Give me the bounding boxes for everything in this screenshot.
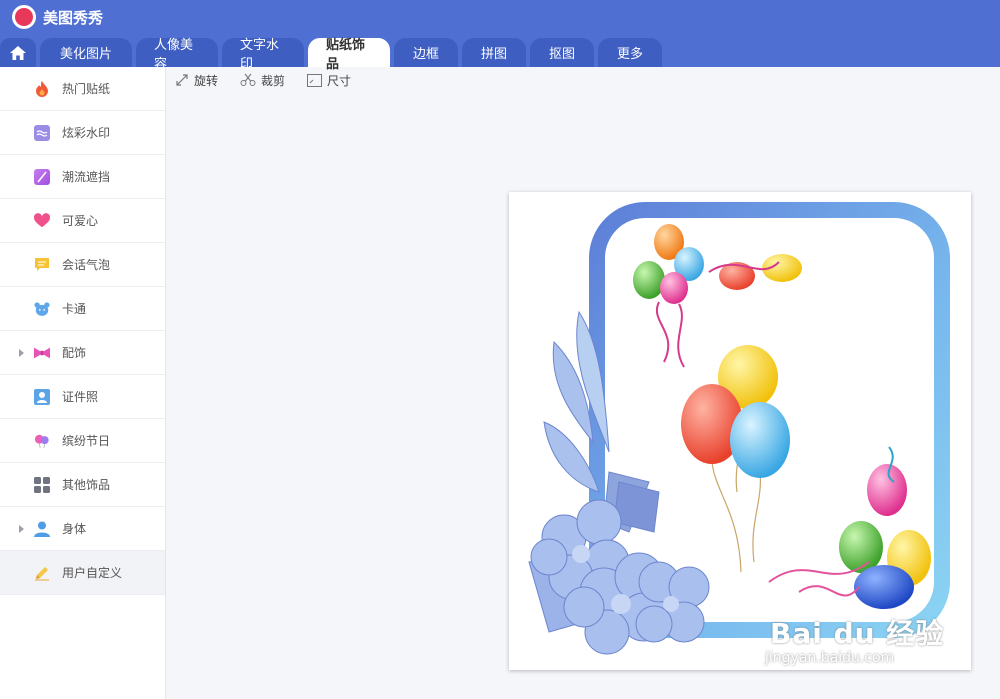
tab-stickers[interactable]: 贴纸饰品 <box>308 38 390 72</box>
app-header: 美图秀秀 美化图片 人像美容 文字水印 贴纸饰品 边框 拼图 抠图 更多 <box>0 0 1000 72</box>
sidebar-item-label: 炫彩水印 <box>62 126 111 140</box>
tab-label: 人像美容 <box>154 37 194 72</box>
tab-label: 贴纸饰品 <box>326 37 366 72</box>
tab-label: 文字水印 <box>240 37 280 72</box>
tab-label: 拼图 <box>480 47 507 62</box>
rotate-icon <box>176 74 188 86</box>
app-logo: 美图秀秀 <box>12 4 103 30</box>
sidebar-item-label: 可爱心 <box>62 214 99 228</box>
logo-icon <box>12 5 36 29</box>
sidebar-item-hot[interactable]: 热门贴纸 <box>0 67 165 111</box>
edit-toolbar: 旋转 裁剪 尺寸 <box>175 70 373 90</box>
sidebar-item-label: 缤纷节日 <box>62 434 111 448</box>
speech-bubble-icon <box>34 257 50 273</box>
sidebar-item-label: 会话气泡 <box>62 258 111 272</box>
tab-label: 抠图 <box>548 47 575 62</box>
sidebar-item-cute-heart[interactable]: 可爱心 <box>0 199 165 243</box>
size-label: 尺寸 <box>327 73 352 88</box>
sidebar-item-label: 其他饰品 <box>62 478 111 492</box>
balloon-frame-image <box>528 202 950 655</box>
sidebar-item-body[interactable]: 身体 <box>0 507 165 551</box>
bear-icon <box>34 301 50 317</box>
sidebar-item-other-accessories[interactable]: 其他饰品 <box>0 463 165 507</box>
sidebar-item-label: 证件照 <box>62 390 99 404</box>
sidebar-item-label: 热门贴纸 <box>62 82 111 96</box>
tab-label: 边框 <box>412 47 439 62</box>
home-icon <box>10 45 26 60</box>
grid-icon <box>34 476 50 493</box>
resize-icon <box>307 73 323 87</box>
tab-cutout[interactable]: 抠图 <box>530 38 594 67</box>
heart-icon <box>34 212 50 229</box>
sidebar-item-cartoon[interactable]: 卡通 <box>0 287 165 331</box>
main-tabs: 美化图片 人像美容 文字水印 贴纸饰品 边框 拼图 抠图 更多 <box>0 38 662 72</box>
tab-frames[interactable]: 边框 <box>394 38 458 67</box>
balloon-icon <box>34 433 50 449</box>
person-icon <box>34 521 50 537</box>
tab-text-watermark[interactable]: 文字水印 <box>222 38 304 72</box>
watermark-url: jingyan.baidu.com <box>765 650 895 666</box>
canvas-image[interactable] <box>509 192 971 670</box>
expand-caret-icon[interactable] <box>19 525 24 533</box>
watermark-main: Bai du 经验 <box>770 617 945 650</box>
tab-beautify[interactable]: 美化图片 <box>40 38 132 67</box>
sidebar-item-accessories[interactable]: 配饰 <box>0 331 165 375</box>
mask-icon <box>34 168 50 185</box>
pencil-icon <box>34 565 50 581</box>
size-button[interactable]: 尺寸 <box>307 72 351 89</box>
tab-portrait[interactable]: 人像美容 <box>136 38 218 72</box>
sidebar-item-id-photo[interactable]: 证件照 <box>0 375 165 419</box>
tab-collage[interactable]: 拼图 <box>462 38 526 67</box>
baidu-watermark: Bai du 经验 jingyan.baidu.com <box>765 612 945 666</box>
id-photo-icon <box>34 388 50 405</box>
expand-caret-icon[interactable] <box>19 349 24 357</box>
sidebar-item-label: 身体 <box>62 522 87 536</box>
sidebar-item-label: 用户自定义 <box>62 566 123 580</box>
app-title: 美图秀秀 <box>43 8 104 27</box>
rotate-label: 旋转 <box>194 73 219 88</box>
sidebar-item-user-defined[interactable]: 用户自定义 <box>0 551 165 595</box>
sidebar-item-trendy-mask[interactable]: 潮流遮挡 <box>0 155 165 199</box>
crop-label: 裁剪 <box>261 73 286 88</box>
rotate-button[interactable]: 旋转 <box>175 72 218 89</box>
crop-button[interactable]: 裁剪 <box>240 72 285 89</box>
watermark-icon <box>34 124 50 141</box>
sidebar-item-label: 卡通 <box>62 302 87 316</box>
sidebar-item-festival[interactable]: 缤纷节日 <box>0 419 165 463</box>
tab-label: 更多 <box>616 47 643 62</box>
sticker-sidebar: 热门贴纸 炫彩水印 潮流遮挡 可爱心 会话气泡 卡通 配饰 证件照 缤纷节日 其… <box>0 67 166 699</box>
sidebar-item-label: 潮流遮挡 <box>62 170 111 184</box>
flame-icon <box>34 80 50 97</box>
scissors-icon <box>240 73 256 86</box>
bow-icon <box>34 345 50 361</box>
sidebar-item-speech-bubble[interactable]: 会话气泡 <box>0 243 165 287</box>
sidebar-item-label: 配饰 <box>62 346 87 360</box>
sidebar-item-colorful-watermark[interactable]: 炫彩水印 <box>0 111 165 155</box>
tab-more[interactable]: 更多 <box>598 38 662 67</box>
home-tab[interactable] <box>0 38 36 67</box>
tab-label: 美化图片 <box>59 47 112 62</box>
